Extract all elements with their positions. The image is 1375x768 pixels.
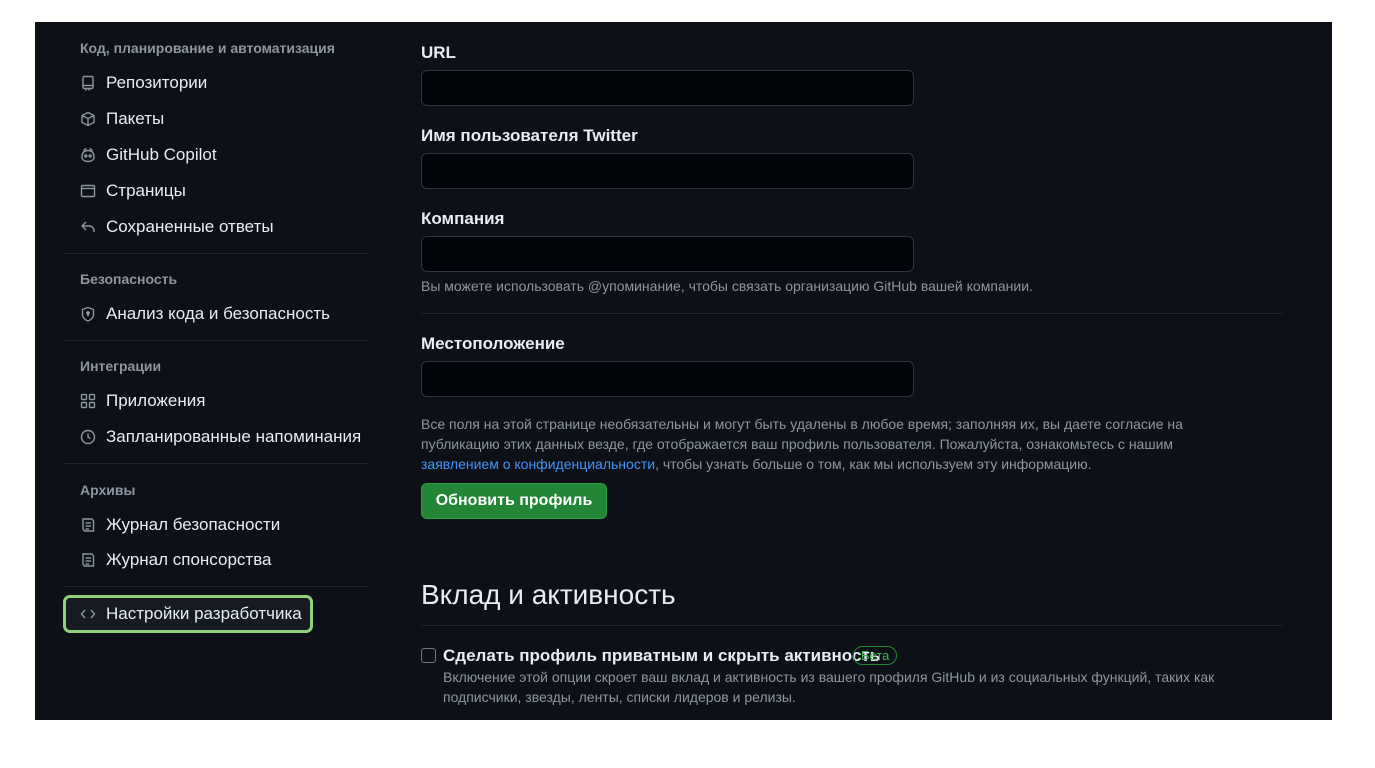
sidebar-item-label: Журнал спонсорства bbox=[106, 550, 272, 569]
sidebar-divider bbox=[63, 586, 368, 587]
form-separator bbox=[421, 313, 1282, 314]
private-profile-description: Включение этой опции скроет ваш вклад и … bbox=[443, 667, 1214, 707]
shield-icon bbox=[80, 306, 96, 322]
sidebar-divider bbox=[63, 253, 368, 254]
private-profile-label: Сделать профиль приватным и скрыть актив… bbox=[443, 646, 881, 665]
privacy-note: Все поля на этой странице необязательны … bbox=[421, 414, 1183, 474]
privacy-note-line: Все поля на этой странице необязательны … bbox=[421, 416, 1183, 432]
log-icon bbox=[80, 517, 96, 533]
clock-icon bbox=[80, 429, 96, 445]
company-label: Компания bbox=[421, 209, 505, 228]
sidebar-item-sponsorship-log[interactable]: Журнал спонсорства bbox=[63, 544, 368, 576]
sidebar-item-scheduled-reminders[interactable]: Запланированные напоминания bbox=[63, 421, 368, 453]
privacy-note-line: публикацию этих данных везде, где отобра… bbox=[421, 436, 1174, 452]
sidebar-item-repositories[interactable]: Репозитории bbox=[63, 67, 368, 99]
company-note: Вы можете использовать @упоминание, чтоб… bbox=[421, 278, 1033, 294]
company-input[interactable] bbox=[421, 236, 914, 272]
sidebar-section-title-code: Код, планирование и автоматизация bbox=[80, 40, 335, 56]
code-icon bbox=[80, 606, 96, 622]
sidebar-item-label: Пакеты bbox=[106, 109, 165, 128]
location-input[interactable] bbox=[421, 361, 914, 397]
privacy-statement-link[interactable]: заявлением о конфиденциальности bbox=[421, 456, 655, 472]
location-label: Местоположение bbox=[421, 334, 565, 353]
description-line: подписчики, звезды, ленты, списки лидеро… bbox=[443, 689, 796, 705]
contributions-heading: Вклад и активность bbox=[421, 579, 676, 610]
sidebar-item-label: Приложения bbox=[106, 391, 206, 410]
sidebar-item-label: Анализ кода и безопасность bbox=[106, 304, 330, 323]
twitter-username-input[interactable] bbox=[421, 153, 914, 189]
private-profile-checkbox[interactable] bbox=[421, 648, 436, 663]
sidebar-item-label: Страницы bbox=[106, 181, 186, 200]
sidebar-section-title-archives: Архивы bbox=[80, 482, 136, 498]
sidebar-item-label: Запланированные напоминания bbox=[106, 427, 362, 446]
sidebar-item-copilot[interactable]: GitHub Copilot bbox=[63, 139, 368, 171]
sidebar-divider bbox=[63, 340, 368, 341]
sidebar-item-label: Сохраненные ответы bbox=[106, 217, 274, 236]
repo-icon bbox=[80, 75, 96, 91]
sidebar-item-label: GitHub Copilot bbox=[106, 145, 217, 164]
browser-icon bbox=[80, 183, 96, 199]
log-icon bbox=[80, 552, 96, 568]
sidebar-section-title-security: Безопасность bbox=[80, 271, 178, 287]
sidebar-item-label: Журнал безопасности bbox=[106, 515, 281, 534]
privacy-note-tail: , чтобы узнать больше о том, как мы испо… bbox=[655, 456, 1092, 472]
reply-icon bbox=[80, 219, 96, 235]
sidebar-item-code-security[interactable]: Анализ кода и безопасность bbox=[63, 298, 368, 330]
description-line: Включение этой опции скроет ваш вклад и … bbox=[443, 669, 1215, 685]
sidebar-item-security-log[interactable]: Журнал безопасности bbox=[63, 509, 368, 541]
settings-panel: Код, планирование и автоматизация Репози… bbox=[35, 22, 1332, 720]
twitter-label: Имя пользователя Twitter bbox=[421, 126, 638, 145]
copilot-icon bbox=[80, 147, 96, 163]
beta-badge: Бета bbox=[853, 646, 898, 665]
sidebar-divider bbox=[63, 463, 368, 464]
privacy-note-line: заявлением о конфиденциальности, чтобы у… bbox=[421, 454, 1183, 474]
sidebar-item-pages[interactable]: Страницы bbox=[63, 175, 368, 207]
section-separator bbox=[421, 625, 1282, 626]
sidebar-item-label: Репозитории bbox=[106, 73, 208, 92]
sidebar-section-title-integrations: Интеграции bbox=[80, 358, 162, 374]
sidebar-item-label: Настройки разработчика bbox=[106, 604, 302, 623]
package-icon bbox=[80, 111, 96, 127]
url-input[interactable] bbox=[421, 70, 914, 106]
sidebar-item-packages[interactable]: Пакеты bbox=[63, 103, 368, 135]
sidebar-item-developer-settings[interactable]: Настройки разработчика bbox=[63, 595, 313, 633]
apps-icon bbox=[80, 393, 96, 409]
sidebar-item-applications[interactable]: Приложения bbox=[63, 385, 368, 417]
url-label: URL bbox=[421, 43, 456, 62]
update-profile-button[interactable]: Обновить профиль bbox=[421, 483, 607, 519]
sidebar-item-saved-replies[interactable]: Сохраненные ответы bbox=[63, 211, 368, 243]
